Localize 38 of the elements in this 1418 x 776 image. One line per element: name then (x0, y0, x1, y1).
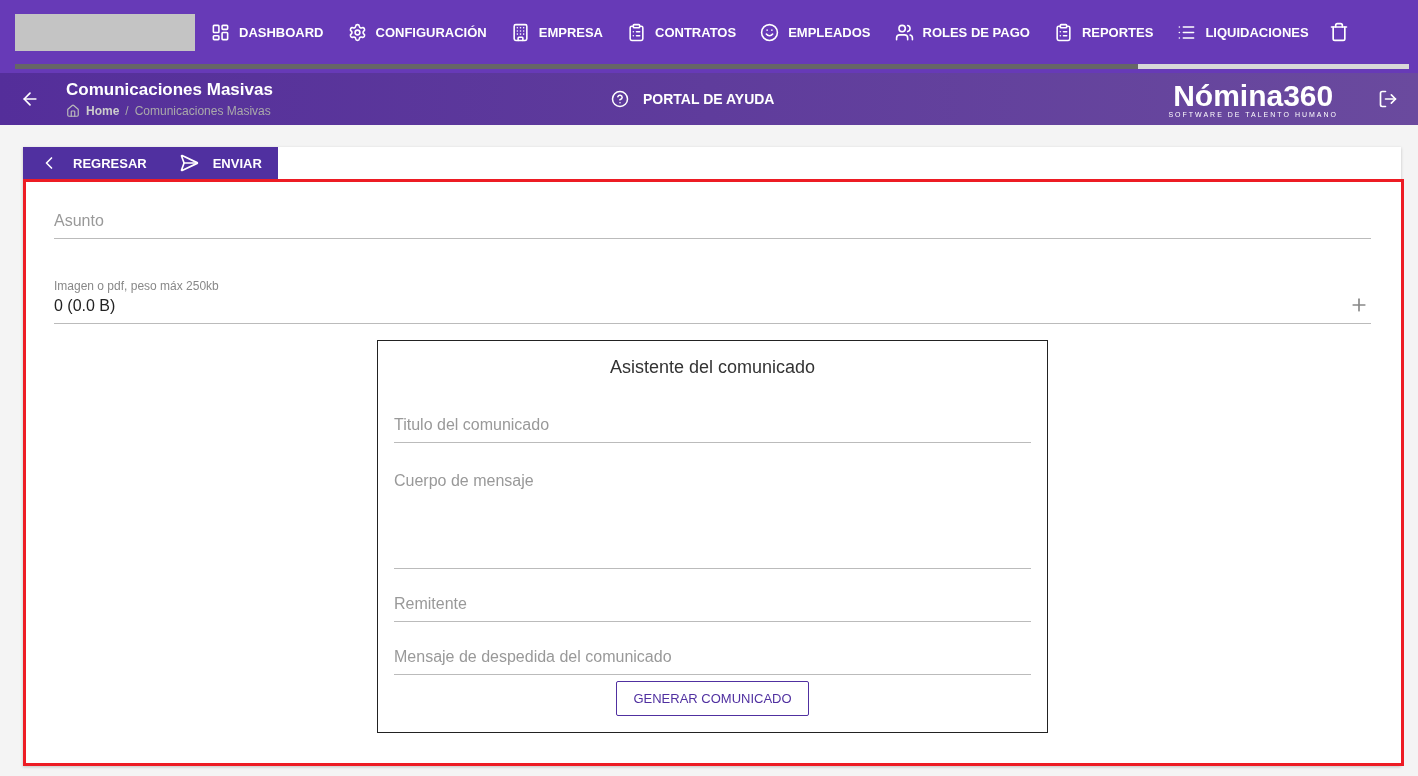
dashboard-icon (211, 22, 230, 42)
nav-link[interactable]: CONFIGURACIÓN (335, 22, 499, 42)
nav-link[interactable]: REPORTES (1041, 22, 1166, 42)
help-link[interactable]: PORTAL DE AYUDA (643, 91, 775, 107)
subject-field[interactable]: Asunto (54, 204, 1371, 239)
nav-link[interactable]: LIQUIDACIONES (1165, 22, 1321, 42)
text-field[interactable]: Titulo del comunicado (394, 408, 1031, 443)
home-icon (66, 104, 80, 118)
building-icon (510, 22, 530, 42)
clipboard-icon (1053, 22, 1073, 42)
toolbar-button[interactable]: ENVIAR (162, 147, 278, 179)
settings-icon (347, 22, 367, 42)
page-title: Comunicaciones Masivas (66, 80, 274, 100)
trash-icon[interactable] (1328, 22, 1349, 42)
text-field[interactable]: Remitente (394, 587, 1031, 622)
breadcrumb-link[interactable]: Home (86, 104, 120, 118)
toolbar-button[interactable]: REGRESAR (23, 147, 163, 179)
clipboard-icon (627, 22, 646, 42)
message-textarea[interactable]: Cuerpo de mensaje (394, 461, 1031, 569)
help-icon (611, 90, 629, 108)
breadcrumb-current: Comunicaciones Masivas (134, 104, 271, 118)
text-field[interactable]: Mensaje de despedida del comunicado (394, 640, 1031, 675)
brand-logo: Nómina360 (1172, 80, 1335, 111)
face-icon (760, 22, 780, 42)
users-icon (894, 22, 914, 42)
send-icon (178, 153, 199, 173)
nav-link[interactable]: EMPRESA (498, 22, 615, 42)
nav-link[interactable]: DASHBOARD (199, 22, 336, 42)
nav-link[interactable]: ROLES DE PAGO (882, 22, 1042, 42)
logout-icon[interactable] (1378, 89, 1398, 109)
nav-link[interactable]: CONTRATOS (615, 22, 749, 42)
generate-button[interactable]: GENERAR COMUNICADO (616, 681, 809, 716)
scrollbar-thumb[interactable] (15, 64, 1138, 69)
wizard-title: Asistente del comunicado (608, 357, 817, 378)
nav-link[interactable]: EMPLEADOS (748, 22, 883, 42)
breadcrumb-separator: / (125, 104, 129, 118)
field-label: Imagen o pdf, peso máx 250kb (54, 279, 220, 293)
file-field[interactable]: 0 (0.0 B) (54, 297, 1371, 315)
